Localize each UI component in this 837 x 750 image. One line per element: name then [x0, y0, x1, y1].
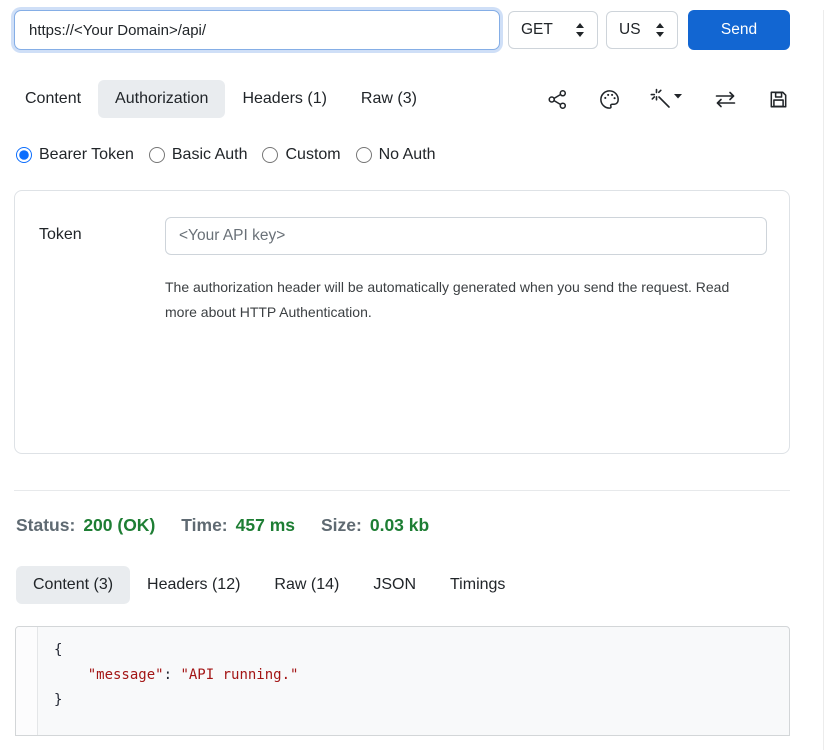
basic-auth-radio[interactable]	[149, 147, 165, 163]
method-select-value: GET	[521, 21, 553, 39]
auth-option-label: Bearer Token	[39, 146, 134, 164]
size-value: 0.03 kb	[370, 515, 429, 536]
token-label: Token	[39, 217, 165, 244]
code-value: "API running."	[180, 667, 298, 683]
page-right-divider	[823, 10, 824, 750]
time-value: 457 ms	[236, 515, 295, 536]
response-tab-json[interactable]: JSON	[356, 566, 433, 604]
time-group: Time: 457 ms	[181, 515, 295, 536]
response-tab-content[interactable]: Content (3)	[16, 566, 130, 604]
response-tab-timings[interactable]: Timings	[433, 566, 522, 604]
url-input[interactable]	[14, 10, 500, 50]
size-label: Size:	[321, 515, 362, 536]
auth-option-label: Custom	[285, 146, 340, 164]
auth-option-label: No Auth	[379, 146, 436, 164]
code-indent	[54, 667, 88, 683]
tab-headers[interactable]: Headers (1)	[225, 80, 343, 118]
updown-arrows-icon	[575, 23, 585, 37]
tab-authorization[interactable]: Authorization	[98, 80, 225, 118]
send-button[interactable]: Send	[688, 10, 790, 50]
status-value: 200 (OK)	[83, 515, 155, 536]
response-json-code[interactable]: { "message": "API running." }	[38, 627, 789, 735]
response-status-row: Status: 200 (OK) Time: 457 ms Size: 0.03…	[16, 515, 837, 536]
custom-radio[interactable]	[262, 147, 278, 163]
request-tabs-row: Content Authorization Headers (1) Raw (3…	[8, 80, 837, 118]
token-input[interactable]	[165, 217, 767, 255]
status-label: Status:	[16, 515, 75, 536]
response-tab-headers[interactable]: Headers (12)	[130, 566, 257, 604]
code-colon: :	[164, 667, 181, 683]
code-key: "message"	[88, 667, 164, 683]
code-gutter	[16, 627, 38, 735]
auth-option-bearer-token[interactable]: Bearer Token	[16, 146, 134, 164]
request-bar: GET US Send	[14, 10, 837, 50]
time-label: Time:	[181, 515, 227, 536]
save-icon[interactable]	[767, 88, 790, 111]
no-auth-radio[interactable]	[356, 147, 372, 163]
auth-type-options: Bearer Token Basic Auth Custom No Auth	[16, 146, 837, 164]
tab-raw[interactable]: Raw (3)	[344, 80, 434, 118]
size-group: Size: 0.03 kb	[321, 515, 429, 536]
toolbar	[546, 88, 790, 111]
magic-wand-menu-icon[interactable]	[650, 88, 684, 111]
region-select-value: US	[619, 21, 641, 39]
response-tabs-row: Content (3) Headers (12) Raw (14) JSON T…	[16, 566, 837, 604]
auth-helper-text: The authorization header will be automat…	[165, 275, 749, 325]
response-tab-raw[interactable]: Raw (14)	[257, 566, 356, 604]
status-group: Status: 200 (OK)	[16, 515, 155, 536]
tab-content[interactable]: Content	[8, 80, 98, 118]
code-open-brace: {	[54, 642, 62, 658]
palette-icon[interactable]	[598, 88, 621, 111]
section-divider	[14, 490, 790, 491]
updown-arrows-icon	[655, 23, 665, 37]
auth-option-label: Basic Auth	[172, 146, 248, 164]
token-row: Token	[15, 191, 789, 255]
method-select[interactable]: GET	[508, 11, 598, 49]
auth-option-custom[interactable]: Custom	[262, 146, 340, 164]
bearer-token-radio[interactable]	[16, 147, 32, 163]
auth-option-no-auth[interactable]: No Auth	[356, 146, 436, 164]
auth-panel: Token The authorization header will be a…	[14, 190, 790, 454]
auth-option-basic-auth[interactable]: Basic Auth	[149, 146, 248, 164]
swap-arrows-icon[interactable]	[713, 88, 738, 111]
region-select[interactable]: US	[606, 11, 678, 49]
share-icon[interactable]	[546, 88, 569, 111]
code-close-brace: }	[54, 692, 62, 708]
response-body-panel: { "message": "API running." }	[15, 626, 790, 736]
